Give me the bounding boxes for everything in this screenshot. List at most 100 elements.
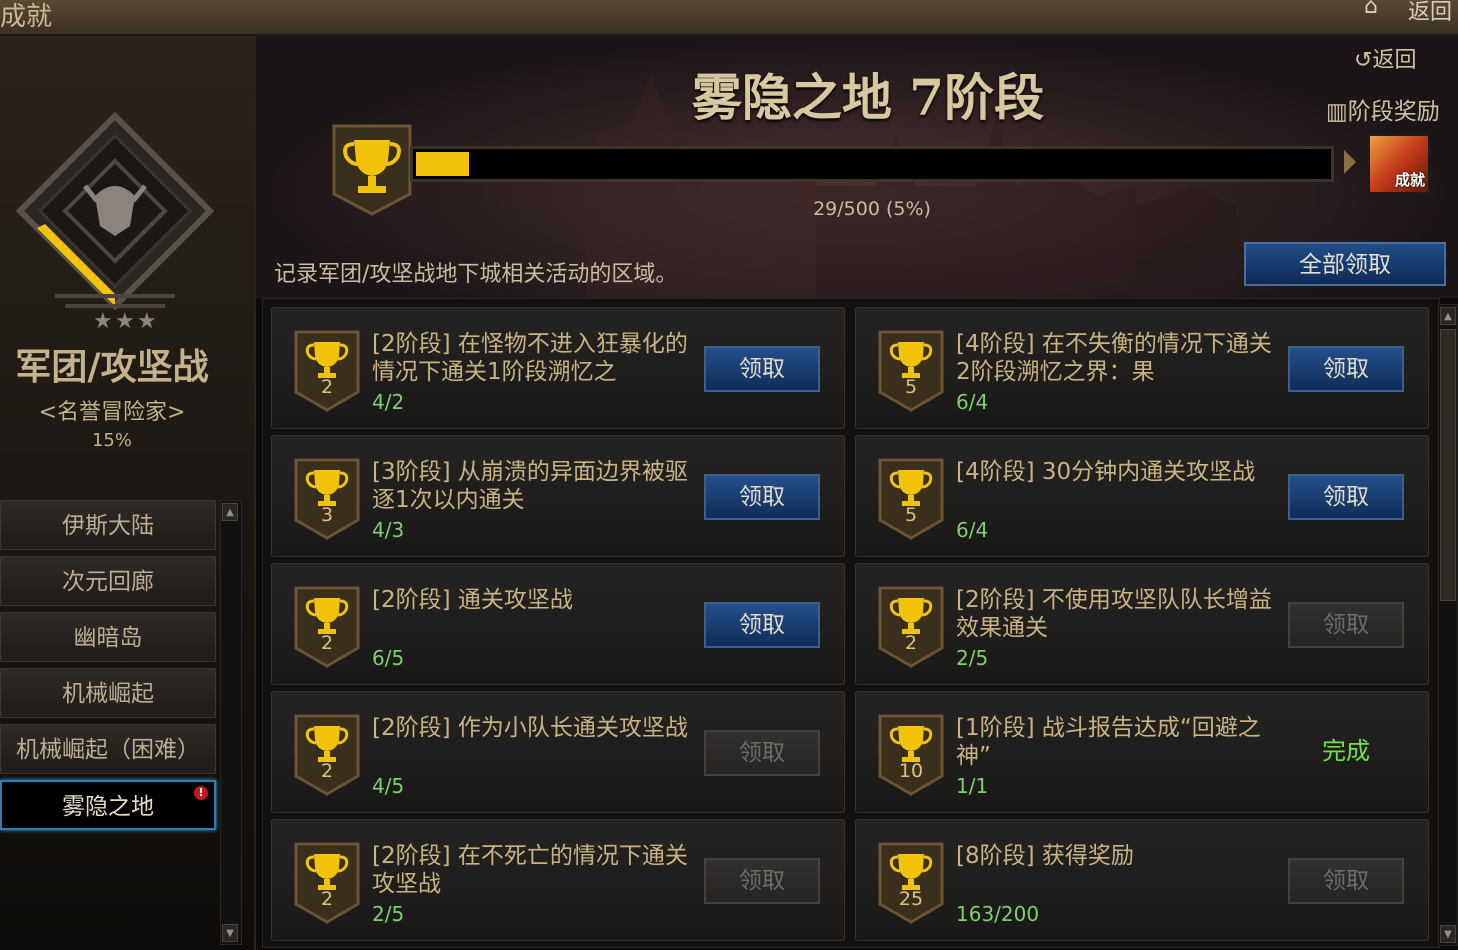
stage-reward-icon[interactable]: 成就 [1368,134,1430,194]
claim-button: 领取 [704,858,820,904]
achievement-name: [4阶段] 30分钟内通关攻坚战 [956,459,1256,485]
achievement-count: 163/200 [956,902,1040,926]
achievement-count: 1/1 [956,774,989,798]
region-item-machine-rise-hard[interactable]: 机械崛起（困难） [0,724,216,774]
sidebar-scrollbar[interactable]: ▲ ▼ [220,500,242,945]
trophy-icon: 3 [294,458,360,540]
category-emblem-icon: ★ ★ ★ [15,111,215,334]
top-bar: 成就 ⌂ 返回 [0,0,1458,36]
achievement-name: [8阶段] 获得奖励 [956,843,1134,869]
claim-button[interactable]: 领取 [1288,474,1404,520]
claim-button: 领取 [704,730,820,776]
achievement-count: 4/5 [372,774,405,798]
achievement-name: [2阶段] 作为小队长通关攻坚战 [372,715,688,741]
claim-button: 领取 [1288,602,1404,648]
achievement-card: 2 [2阶段] 不使用攻坚队队长增益效果通关 2/5 领取 [855,563,1429,685]
achievement-count: 4/3 [372,518,405,542]
claim-button[interactable]: 领取 [704,602,820,648]
achievement-count: 6/5 [372,646,405,670]
achievement-count: 2/5 [372,902,405,926]
claim-button[interactable]: 领取 [1288,346,1404,392]
svg-text:★: ★ [115,309,135,334]
achievement-name: [4阶段] 在不失衡的情况下通关2阶段溯忆之界：果 [956,331,1272,385]
arrow-right-icon [1344,150,1356,174]
list-scrollbar[interactable]: ▲ ▼ [1438,304,1458,946]
claim-button[interactable]: 领取 [704,474,820,520]
achievement-count: 6/4 [956,518,989,542]
home-icon[interactable]: ⌂ [1364,0,1378,19]
achievement-card: 2 [2阶段] 通关攻坚战 6/5 领取 [271,563,845,685]
claim-all-button[interactable]: 全部领取 [1244,242,1446,286]
achievement-card: 2 [2阶段] 作为小队长通关攻坚战 4/5 领取 [271,691,845,813]
region-description: 记录军团/攻坚战地下城相关活动的区域。 [274,262,678,287]
region-list: 伊斯大陆 次元回廊 幽暗岛 机械崛起 机械崛起（困难） 雾隐之地! [0,500,218,836]
trophy-icon: 2 [878,586,944,668]
stage-title: 雾隐之地 7阶段 [691,68,1045,127]
scroll-down-icon[interactable]: ▼ [222,924,238,942]
reward-icon-label: 成就 [1394,171,1425,189]
trophy-icon: 5 [878,458,944,540]
achievement-name: [3阶段] 从崩溃的异面边界被驱逐1次以内通关 [372,459,688,513]
trophy-icon: 2 [294,330,360,412]
region-item-label: 次元回廊 [62,569,154,595]
achievement-name: [2阶段] 不使用攻坚队队长增益效果通关 [956,587,1272,641]
region-item-label: 幽暗岛 [73,625,143,651]
category-percent: 15% [91,430,132,451]
scroll-down-icon[interactable]: ▼ [1440,925,1456,943]
completed-label: 完成 [1322,737,1370,765]
achievement-card: 3 [3阶段] 从崩溃的异面边界被驱逐1次以内通关 4/3 领取 [271,435,845,557]
scroll-up-icon[interactable]: ▲ [1440,307,1456,325]
progress-text: 29/500 (5%) [813,198,931,220]
trophy-icon: 2 [294,586,360,668]
trophy-points: 5 [904,376,918,398]
achievement-name: [2阶段] 在怪物不进入狂暴化的情况下通关1阶段溯忆之 [372,331,688,385]
achievement-count: 6/4 [956,390,989,414]
undo-arrow-icon: ↺ [1354,48,1373,73]
achievement-name: [2阶段] 通关攻坚战 [372,587,573,613]
category-sidebar: ★ ★ ★ 军团/攻坚战 <名誉冒险家> 15% 伊斯大陆 次元回廊 幽暗岛 机… [0,36,256,950]
trophy-points: 10 [898,760,924,782]
trophy-points: 25 [898,888,924,910]
trophy-icon: 10 [878,714,944,796]
region-item-dark-island[interactable]: 幽暗岛 [0,612,216,662]
stage-progress-bar [410,146,1334,182]
stage-reward-button[interactable]: ▥阶段奖励 [1326,92,1440,126]
category-title: <名誉冒险家> [38,400,186,425]
region-item-dimension-corridor[interactable]: 次元回廊 [0,556,216,606]
trophy-points: 2 [320,632,334,654]
achievement-card: 25 [8阶段] 获得奖励 163/200 领取 [855,819,1429,941]
back-button[interactable]: ↺返回 [1354,42,1416,74]
achievement-name: [2阶段] 在不死亡的情况下通关攻坚战 [372,843,688,897]
trophy-points: 2 [320,376,334,398]
top-back-button[interactable]: 返回 [1408,0,1452,26]
region-item-label: 伊斯大陆 [62,513,154,539]
achievement-card: 5 [4阶段] 30分钟内通关攻坚战 6/4 领取 [855,435,1429,557]
window-title: 成就 [0,2,53,32]
category-name: 军团/攻坚战 [15,346,209,388]
trophy-icon: 25 [878,842,944,924]
trophy-icon: 2 [294,842,360,924]
trophy-points: 2 [320,760,334,782]
region-item-mist-land[interactable]: 雾隐之地! [0,780,216,830]
alert-badge: ! [194,786,208,800]
svg-text:★: ★ [93,309,113,334]
region-item-machine-rise[interactable]: 机械崛起 [0,668,216,718]
scroll-up-icon[interactable]: ▲ [222,503,238,521]
achievement-list: 2 [2阶段] 在怪物不进入狂暴化的情况下通关1阶段溯忆之 4/2 领取 5 [4阶段] … [262,298,1440,948]
region-item-isys[interactable]: 伊斯大陆 [0,500,216,550]
region-item-label: 机械崛起 [62,681,154,707]
achievement-card: 10 [1阶段] 战斗报告达成“回避之神” 1/1 完成 [855,691,1429,813]
claim-button[interactable]: 领取 [704,346,820,392]
achievement-card: 2 [2阶段] 在怪物不进入狂暴化的情况下通关1阶段溯忆之 4/2 领取 [271,307,845,429]
achievement-card: 2 [2阶段] 在不死亡的情况下通关攻坚战 2/5 领取 [271,819,845,941]
region-item-label: 雾隐之地 [62,794,154,820]
trophy-points: 3 [320,504,334,526]
gift-icon: ▥ [1326,99,1348,125]
trophy-points: 5 [904,504,918,526]
achievement-card: 5 [4阶段] 在不失衡的情况下通关2阶段溯忆之界：果 6/4 领取 [855,307,1429,429]
trophy-points: 2 [320,888,334,910]
achievement-count: 4/2 [372,390,405,414]
svg-text:★: ★ [137,309,157,334]
back-label: 返回 [1372,48,1417,73]
scroll-thumb[interactable] [1440,329,1456,601]
